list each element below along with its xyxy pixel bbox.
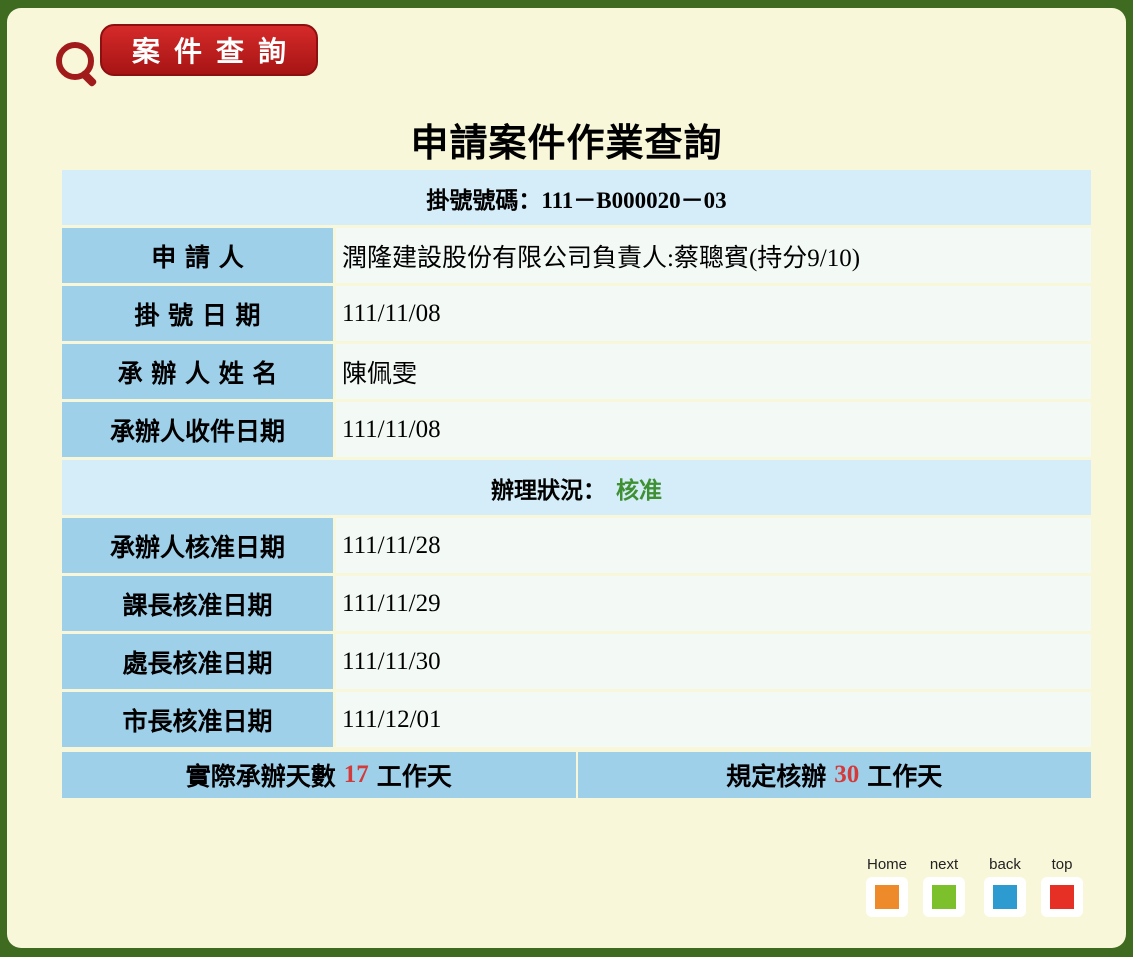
applicant-value: 潤隆建設股份有限公司負責人:蔡聰賓(持分9/10) [336,228,1091,283]
handler-name-label: 承 辦 人 姓 名 [62,344,333,399]
handler-approval-date-value: 111/11/28 [336,518,1091,573]
handler-received-date-label: 承辦人收件日期 [62,402,333,457]
nav-top-button[interactable]: top [1037,856,1087,917]
nav-home-label[interactable]: Home [867,856,907,873]
status-header: 辦理狀況： 核准 [62,460,1091,515]
actual-days-cell: 實際承辦天數 17 工作天 [62,752,576,798]
page-title: 申請案件作業查詢 [410,121,723,165]
actual-days-suffix: 工作天 [376,762,452,791]
table-row: 掛 號 日 期 111/11/08 [62,286,1091,341]
table-row: 課長核准日期 111/11/29 [62,576,1091,631]
required-days-cell: 規定核辦 30 工作天 [577,752,1091,798]
registration-header: 掛號號碼： 111－B000020－03 [62,170,1091,225]
table-row: 處長核准日期 111/11/30 [62,634,1091,689]
mayor-approval-date-value: 111/12/01 [336,692,1091,747]
required-days-value: 30 [834,761,860,788]
back-icon[interactable] [984,877,1026,917]
table-row: 承辦人核准日期 111/11/28 [62,518,1091,573]
nav-next-label[interactable]: next [930,856,958,873]
section-chief-approval-date-label: 課長核准日期 [62,576,333,631]
mayor-approval-date-label: 市長核准日期 [62,692,333,747]
next-icon[interactable] [923,877,965,917]
table-row: 承 辦 人 姓 名 陳佩雯 [62,344,1091,399]
registration-date-label: 掛 號 日 期 [62,286,333,341]
required-days-prefix: 規定核辦 [726,762,827,791]
nav-home-button[interactable]: Home [862,856,912,917]
case-table: 掛號號碼： 111－B000020－03 申 請 人 潤隆建設股份有限公司負責人… [62,170,1091,798]
nav-back-button[interactable]: back [980,856,1030,917]
actual-days-prefix: 實際承辦天數 [185,762,336,791]
home-icon[interactable] [866,877,908,917]
nav-top-label[interactable]: top [1052,856,1073,873]
status-label: 辦理狀況： [491,477,606,504]
status-badge: 核准 [616,477,662,504]
actual-days-value: 17 [343,761,369,788]
registration-number: 111－B000020－03 [541,187,727,213]
director-approval-date-value: 111/11/30 [336,634,1091,689]
section-chief-approval-date-value: 111/11/29 [336,576,1091,631]
director-approval-date-label: 處長核准日期 [62,634,333,689]
table-row: 申 請 人 潤隆建設股份有限公司負責人:蔡聰賓(持分9/10) [62,228,1091,283]
handler-received-date-value: 111/11/08 [336,402,1091,457]
logo-label: 案件查詢 [100,24,318,76]
days-summary: 實際承辦天數 17 工作天 規定核辦 30 工作天 [62,752,1091,798]
handler-name-value: 陳佩雯 [336,344,1091,399]
table-row: 承辦人收件日期 111/11/08 [62,402,1091,457]
registration-label: 掛號號碼： [426,187,542,214]
nav-back-label[interactable]: back [989,856,1021,873]
nav-next-button[interactable]: next [919,856,969,917]
table-row: 市長核准日期 111/12/01 [62,692,1091,747]
handler-approval-date-label: 承辦人核准日期 [62,518,333,573]
top-icon[interactable] [1041,877,1083,917]
registration-date-value: 111/11/08 [336,286,1091,341]
required-days-suffix: 工作天 [867,762,943,791]
applicant-label: 申 請 人 [62,228,333,283]
